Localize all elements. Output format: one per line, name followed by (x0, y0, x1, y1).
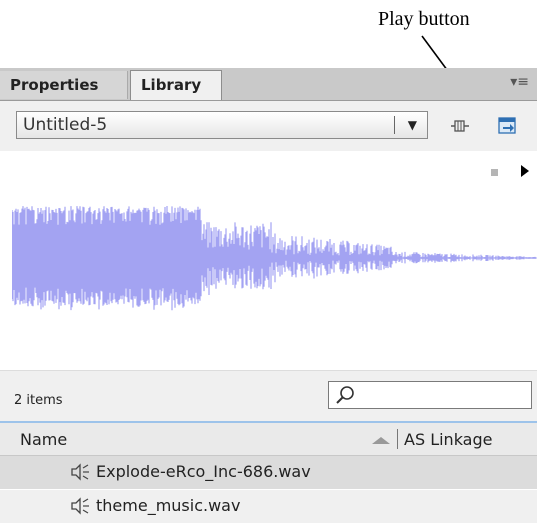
column-name-header[interactable]: Name (20, 430, 67, 449)
column-divider[interactable] (397, 429, 398, 449)
search-input[interactable] (328, 381, 532, 409)
stop-icon[interactable] (491, 169, 498, 176)
play-button-callout: Play button (378, 8, 470, 30)
speaker-icon (71, 463, 89, 481)
tab-library[interactable]: Library (130, 70, 222, 100)
list-item[interactable]: Explode-eRco_Inc-686.wav (0, 456, 537, 489)
select-divider (394, 116, 395, 134)
column-header: Name AS Linkage (0, 423, 537, 456)
list-item[interactable]: theme_music.wav (0, 490, 537, 523)
new-library-panel-icon[interactable] (498, 117, 518, 135)
list-item-label: Explode-eRco_Inc-686.wav (96, 462, 311, 481)
search-icon (336, 386, 354, 404)
sort-ascending-icon[interactable] (372, 437, 390, 444)
speaker-icon (71, 497, 89, 515)
library-select[interactable]: Untitled-5 ▼ (16, 111, 428, 139)
column-linkage-header[interactable]: AS Linkage (404, 430, 492, 449)
chevron-down-icon[interactable]: ▼ (408, 112, 417, 138)
preview-area (0, 151, 537, 360)
list-item-label: theme_music.wav (96, 496, 241, 515)
play-icon[interactable] (521, 165, 529, 177)
tab-properties[interactable]: Properties (0, 71, 128, 99)
library-list-bar: 2 items (0, 370, 537, 423)
waveform-path (12, 206, 537, 311)
pin-library-icon[interactable] (450, 117, 470, 135)
item-count: 2 items (14, 393, 63, 408)
panel-menu-icon[interactable]: ▾≡ (510, 74, 529, 90)
library-select-value: Untitled-5 (23, 115, 108, 135)
audio-waveform (12, 206, 537, 311)
panel-tab-bar: Properties Library ▾≡ (0, 68, 537, 101)
library-toolbar: Untitled-5 ▼ (0, 101, 537, 151)
